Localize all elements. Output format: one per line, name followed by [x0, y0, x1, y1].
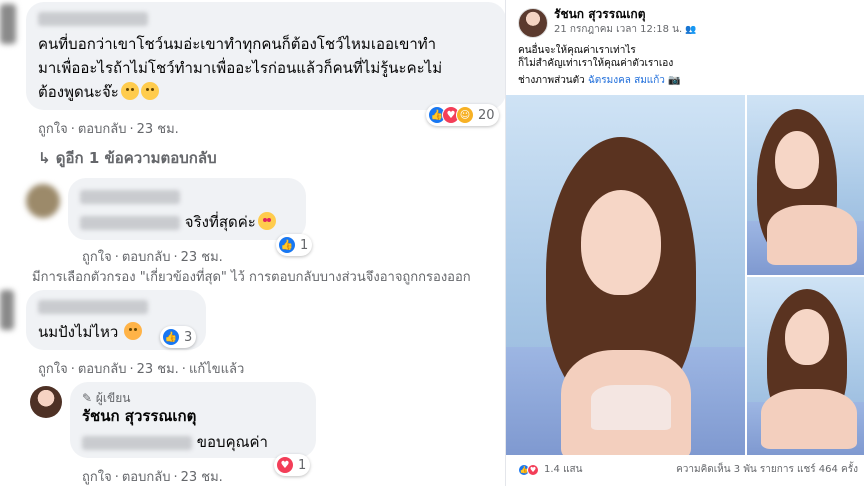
edited-label[interactable]: แก้ไขแล้ว: [189, 362, 244, 377]
comment-time[interactable]: 23 ชม.: [181, 470, 223, 485]
comment-time[interactable]: 23 ชม.: [181, 250, 223, 265]
camera-icon: 📷: [668, 75, 681, 86]
pencil-icon: ✎: [82, 391, 96, 405]
comment-bubble: จริงที่สุดค่ะ: [68, 178, 306, 240]
post-panel: รัชนก สุวรรณเกตุ 21 กรกฎาคม เวลา 12:18 น…: [505, 0, 864, 486]
comment-reactions[interactable]: ♥ 1: [274, 454, 311, 476]
comment-text: นมปังไม่ไหว: [38, 320, 143, 344]
like-icon: 👍: [162, 328, 180, 346]
author-avatar[interactable]: [30, 386, 62, 418]
smiling-face-icon: [140, 82, 159, 100]
view-more-replies[interactable]: ↳ ดูอีก 1 ข้อความตอบกลับ: [38, 146, 217, 170]
filter-note: มีการเลือกตัวกรอง "เกี่ยวข้องที่สุด" ไว้…: [32, 270, 471, 285]
comment-text: คนที่บอกว่าเขาโชว์นมอ่ะเขาทำทุกคนก็ต้องโ…: [38, 35, 443, 101]
comment-bubble: คนที่บอกว่าเขาโชว์นมอ่ะเขาทำทุกคนก็ต้องโ…: [26, 2, 506, 110]
reply-arrow-icon: ↳: [38, 149, 56, 167]
like-link[interactable]: ถูกใจ: [38, 122, 68, 137]
reactions-count[interactable]: 1.4 แสน: [544, 462, 582, 477]
commenter-avatar[interactable]: [0, 4, 16, 44]
post-footer: 👍 ♥ 1.4 แสน ความคิดเห็น 3 พัน รายการ แชร…: [518, 462, 858, 477]
comment-time[interactable]: 23 ชม.: [137, 362, 179, 377]
post-photo-2[interactable]: [747, 95, 864, 275]
photographer-link[interactable]: ฉัตรมงคล สมแก้ว: [588, 75, 665, 86]
reply-link[interactable]: ตอบกลับ: [78, 362, 127, 377]
hot-face-icon: [124, 322, 143, 340]
post-caption: คนอื่นจะให้คุณค่าเราเท่าไร ก็ไม่สำคัญเท่…: [518, 45, 674, 69]
love-icon: ♥: [276, 456, 294, 474]
haha-icon: ☺: [456, 106, 474, 124]
photographer-credit: ช่างภาพส่วนตัว ฉัตรมงคล สมแก้ว 📷: [518, 75, 681, 86]
comment-actions: ถูกใจ · ตอบกลับ · 23 ชม. · แก้ไขแล้ว: [38, 362, 245, 377]
commenter-name[interactable]: [38, 8, 148, 27]
commenter-avatar[interactable]: [26, 184, 60, 218]
post-photo-3[interactable]: [747, 277, 864, 455]
comment-actions: ถูกใจ · ตอบกลับ · 23 ชม.: [82, 470, 223, 485]
commenter-name[interactable]: [38, 296, 148, 315]
heart-eyes-icon: [257, 212, 276, 230]
comment-reactions[interactable]: 👍 3: [160, 326, 197, 348]
like-link[interactable]: ถูกใจ: [82, 250, 112, 265]
commenter-avatar[interactable]: [0, 290, 14, 330]
reply-link[interactable]: ตอบกลับ: [122, 250, 171, 265]
post-stats[interactable]: ความคิดเห็น 3 พัน รายการ แชร์ 464 ครั้ง: [676, 462, 858, 477]
post-photo-main[interactable]: [506, 95, 745, 455]
reply-link[interactable]: ตอบกลับ: [78, 122, 127, 137]
comment-time[interactable]: 23 ชม.: [137, 122, 179, 137]
commenter-name[interactable]: [80, 186, 180, 205]
like-link[interactable]: ถูกใจ: [38, 362, 68, 377]
comment-reactions[interactable]: 👍 1: [276, 234, 313, 256]
reply-link[interactable]: ตอบกลับ: [122, 470, 171, 485]
comment-actions: ถูกใจ · ตอบกลับ · 23 ชม.: [82, 250, 223, 265]
post-author-avatar[interactable]: [518, 8, 548, 38]
author-name[interactable]: รัชนก สุวรรณเกตุ: [82, 404, 196, 428]
relieved-face-icon: [120, 82, 139, 100]
love-icon: ♥: [527, 463, 539, 476]
comment-actions: ถูกใจ · ตอบกลับ · 23 ชม.: [38, 122, 179, 137]
like-link[interactable]: ถูกใจ: [82, 470, 112, 485]
comment-bubble: ✎ ผู้เขียน รัชนก สุวรรณเกตุ ขอบคุณค่า: [70, 382, 316, 458]
friends-icon: 👥: [685, 25, 697, 35]
comments-panel: คนที่บอกว่าเขาโชว์นมอ่ะเขาทำทุกคนก็ต้องโ…: [0, 0, 506, 486]
comment-text: ขอบคุณค่า: [82, 430, 268, 454]
comment-text: จริงที่สุดค่ะ: [80, 210, 276, 234]
like-icon: 👍: [278, 236, 296, 254]
post-timestamp[interactable]: 21 กรกฎาคม เวลา 12:18 น. 👥: [554, 22, 697, 37]
comment-reactions[interactable]: 👍 ♥ ☺ 20: [426, 104, 499, 126]
